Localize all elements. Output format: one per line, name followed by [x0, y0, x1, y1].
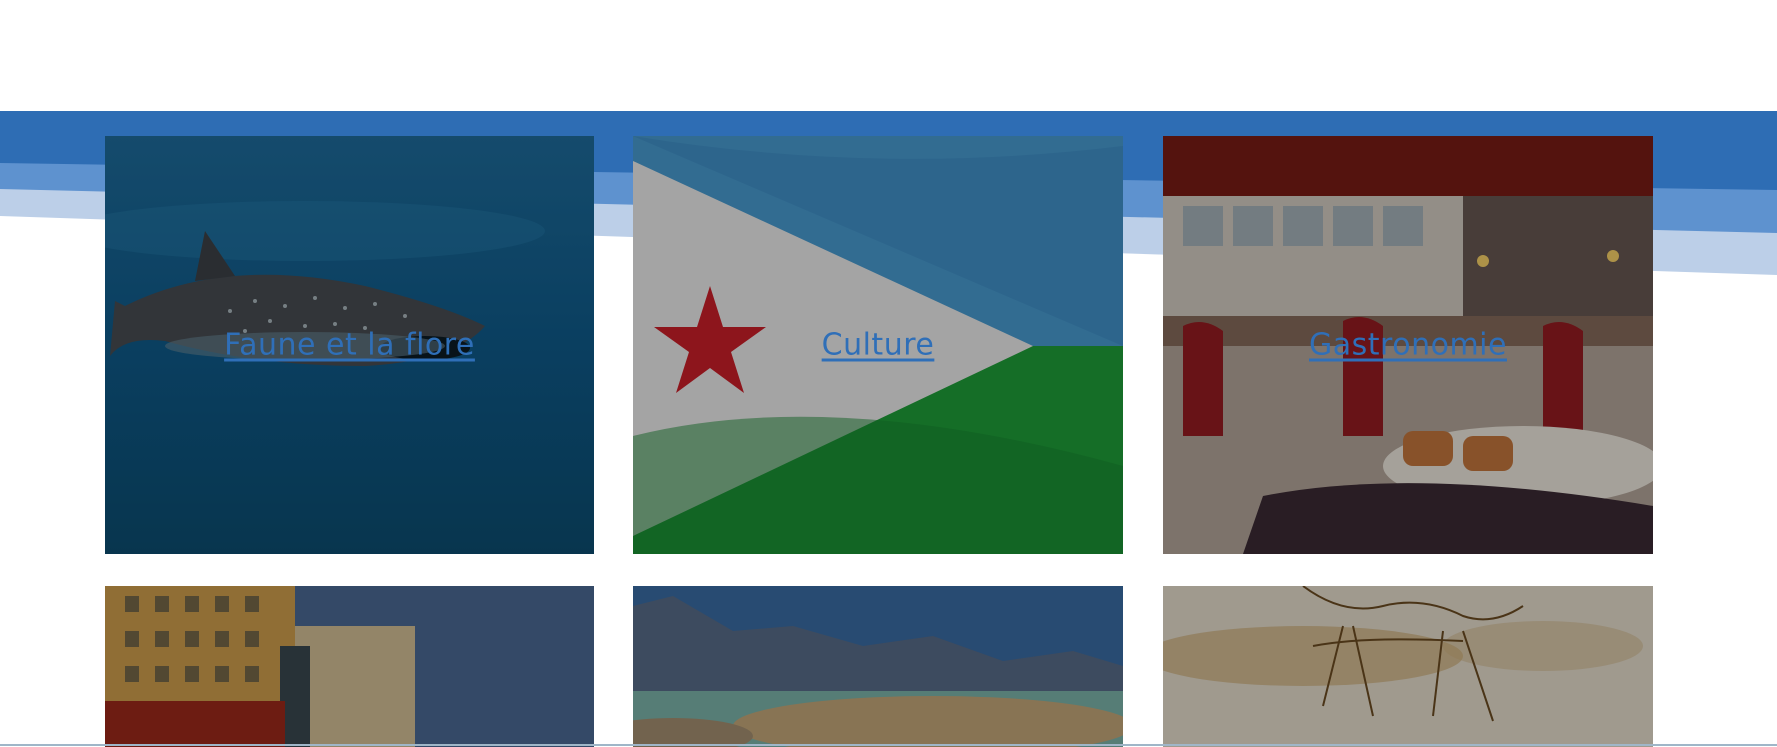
- tile-culture[interactable]: Culture: [633, 136, 1123, 554]
- tile-gastronomie[interactable]: Gastronomie: [1163, 136, 1653, 554]
- tile-faune-flore[interactable]: Faune et la flore: [105, 136, 594, 554]
- tile-overlay: [633, 586, 1123, 747]
- tile-link-culture[interactable]: Culture: [633, 328, 1123, 363]
- tile-art[interactable]: [1163, 586, 1653, 747]
- tile-overlay: [105, 586, 594, 747]
- tile-link-gastronomie[interactable]: Gastronomie: [1163, 328, 1653, 363]
- tile-link-faune-flore[interactable]: Faune et la flore: [105, 328, 594, 363]
- tile-overlay: [1163, 586, 1653, 747]
- tile-landscape[interactable]: [633, 586, 1123, 747]
- page-divider: [0, 744, 1777, 746]
- tile-hotel[interactable]: [105, 586, 594, 747]
